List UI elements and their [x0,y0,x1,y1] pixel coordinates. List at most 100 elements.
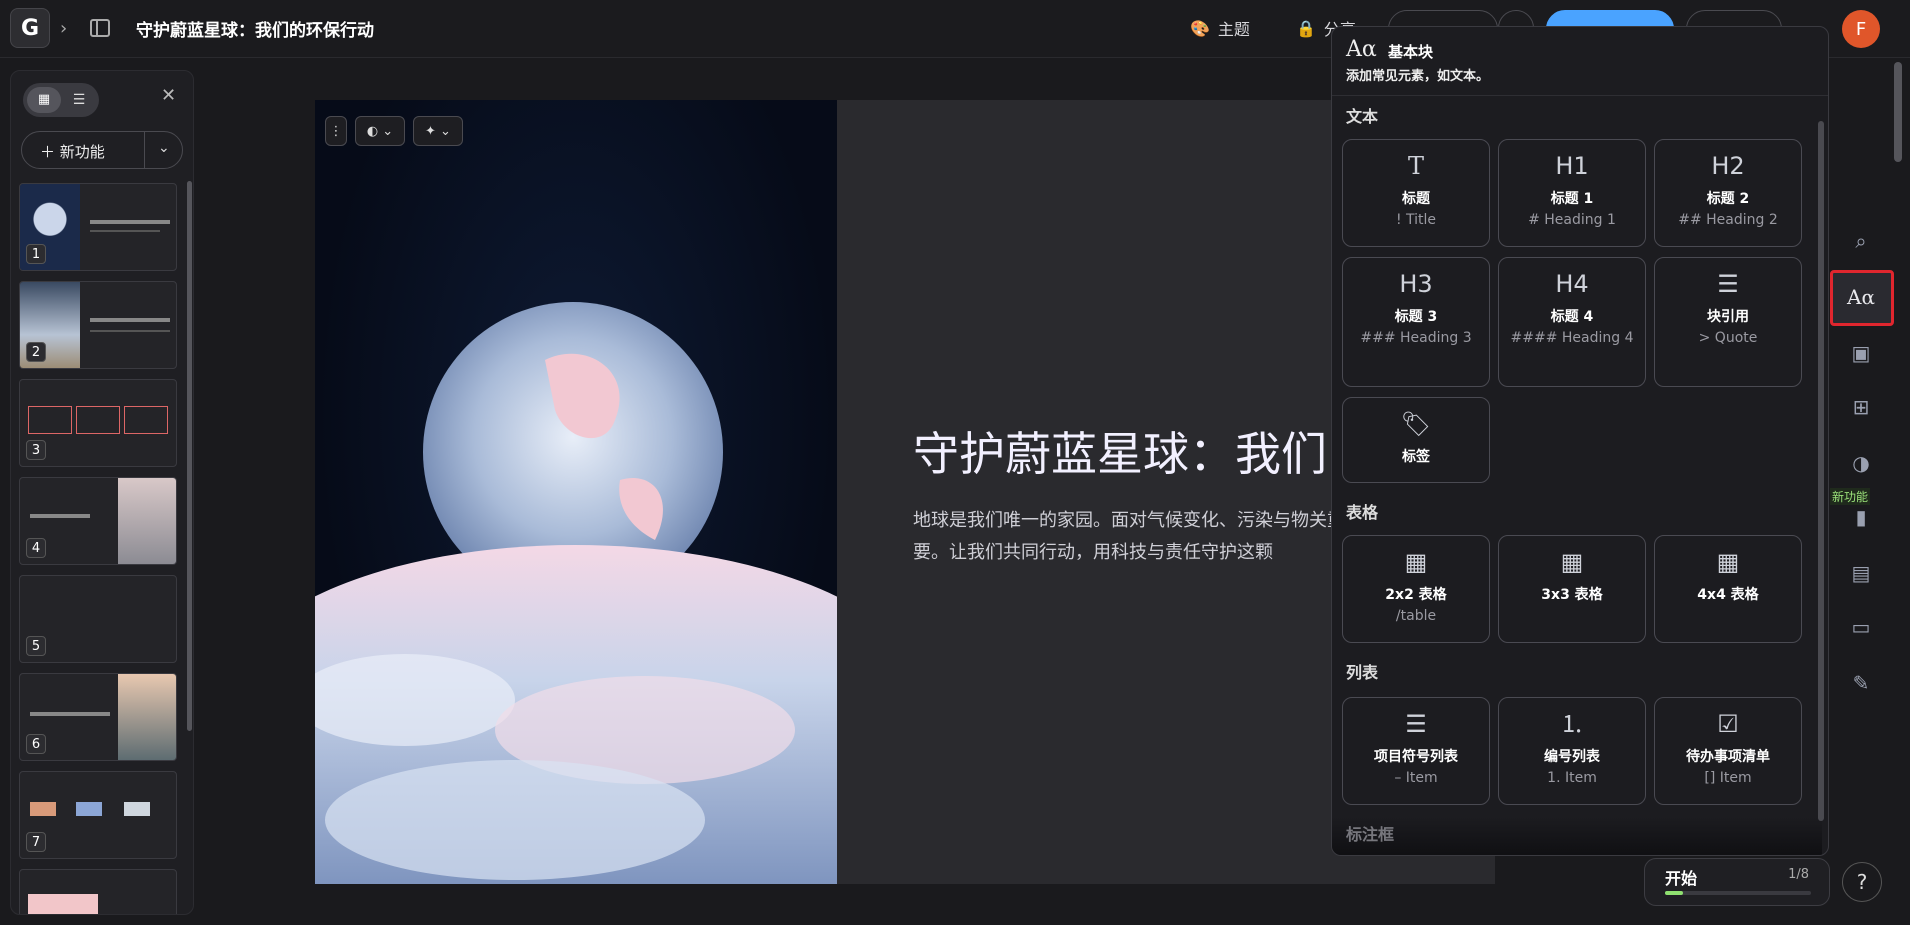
section-text-heading: 文本 [1346,107,1379,126]
block-label: 项目符号列表 [1374,749,1458,765]
scrollbar[interactable] [187,181,192,731]
sidebar-toggle-icon[interactable] [90,19,110,37]
more-options-icon[interactable]: ⋮ [325,116,347,146]
theme-button[interactable]: 🎨 主题 [1190,16,1250,40]
slide-thumbnail-7[interactable]: 7 [19,771,177,859]
start-label: 开始 [1665,869,1698,888]
block-table-3x3[interactable]: ▦ 3x3 表格 [1498,535,1646,643]
progress-fill [1665,891,1684,895]
slide-thumbnail-4[interactable]: 4 [19,477,177,565]
block-todo-list[interactable]: ☑ 待办事项清单 [] Item [1654,697,1802,805]
document-title[interactable]: 守护蔚蓝星球：我们的环保行动 [136,16,374,41]
block-shortcut: # Heading 1 [1528,212,1616,228]
view-toggle: ▦ ☰ [23,83,99,117]
block-shortcut: /table [1395,608,1437,624]
new-feature-badge: 新功能 [1830,488,1871,505]
toggle-icon[interactable]: ◑ [1830,437,1892,489]
thumbnail-text [30,514,90,518]
quote-icon: ☰ [1717,270,1739,298]
film-view-icon[interactable]: ▦ [27,87,61,113]
block-heading-3[interactable]: H3 标题 3 ### Heading 3 [1342,257,1490,387]
video-icon[interactable]: ▤ [1830,547,1892,599]
slides-panel: ▦ ☰ ✕ ＋ 新功能 ⌄ 1 2 3 4 5 6 7 [10,70,194,915]
block-shortcut: – Item [1394,770,1438,786]
slide-thumbnail-2[interactable]: 2 [19,281,177,369]
block-heading-1[interactable]: H1 标题 1 # Heading 1 [1498,139,1646,247]
slide-heading[interactable]: 守护蔚蓝星球：我们 [913,418,1327,484]
table-icon: ▦ [1716,548,1740,576]
block-shortcut: > Quote [1698,330,1758,346]
block-shortcut: [] Item [1704,770,1752,786]
getting-started-widget[interactable]: 开始 1/8 [1644,858,1830,906]
palette-icon: ◐ ⌄ [366,123,394,139]
search-icon[interactable]: ⌕ [1830,215,1892,267]
block-numbered-list[interactable]: ⒈ 编号列表 1. Item [1498,697,1646,805]
thumbnail-text [90,330,170,332]
table-icon: ▦ [1404,548,1428,576]
heading-1-icon: H1 [1555,152,1589,180]
thumbnail-image [30,802,56,816]
block-title[interactable]: T 标题 ! Title [1342,139,1490,247]
basic-blocks-panel: Aα 基本块 添加常见元素，如文本。 文本 T 标题 ! Title H1 标题… [1331,26,1829,856]
add-element-icon[interactable]: ⊞ [1830,381,1892,433]
tag-icon: 🏷 [1400,410,1432,438]
slide-number: 6 [26,734,46,754]
chevron-down-icon[interactable]: ⌄ [158,140,170,156]
card-style-button[interactable]: ◐ ⌄ [355,116,405,146]
thumbnail-text [90,318,170,322]
thumbnail-text [90,220,170,224]
panel-header: Aα 基本块 [1346,37,1433,62]
slide-thumbnail-3[interactable]: 3 [19,379,177,467]
block-label: 2x2 表格 [1385,587,1447,603]
embed-icon[interactable]: ▭ [1830,601,1892,653]
block-shortcut: ! Title [1395,212,1437,228]
block-shortcut: ### Heading 3 [1360,330,1472,346]
block-heading-4[interactable]: H4 标题 4 #### Heading 4 [1498,257,1646,387]
table-icon: ▦ [1560,548,1584,576]
sparkle-icon: ✦ ⌄ [425,123,451,139]
block-label: 4x4 表格 [1697,587,1759,603]
new-feature-button[interactable]: ＋ 新功能 ⌄ [21,131,183,169]
image-icon[interactable]: ▣ [1830,327,1892,379]
slide-thumbnail-1[interactable]: 1 [19,183,177,271]
block-table-4x4[interactable]: ▦ 4x4 表格 [1654,535,1802,643]
slide-canvas[interactable]: ⋮ ◐ ⌄ ✦ ⌄ 守护蔚蓝星球：我们 地球是我们唯一的家园。面对气候变化、污染… [315,100,1495,884]
slide-body-text[interactable]: 地球是我们唯一的家园。面对气候变化、污染与物关重要。让我们共同行动，用科技与责任… [913,505,1353,569]
block-table-2x2[interactable]: ▦ 2x2 表格 /table [1342,535,1490,643]
edit-icon[interactable]: ✎ [1830,657,1892,709]
slide-thumbnail-5[interactable]: 5 [19,575,177,663]
text-blocks-icon[interactable]: Aα [1830,271,1892,323]
scrollbar[interactable] [1818,121,1824,821]
progress-bar [1665,891,1811,895]
avatar[interactable]: F [1842,10,1880,48]
list-view-icon[interactable]: ☰ [63,87,95,113]
block-label: 3x3 表格 [1541,587,1603,603]
block-tag[interactable]: 🏷 标签 [1342,397,1490,483]
block-label: 标签 [1402,449,1430,465]
slide-thumbnail-8[interactable] [19,869,177,914]
thumbnail-text [30,712,110,716]
app-logo[interactable]: G [10,8,50,48]
close-icon[interactable]: ✕ [161,85,176,106]
slide-thumbnail-6[interactable]: 6 [19,673,177,761]
panel-title: 基本块 [1388,43,1434,61]
start-progress-count: 1/8 [1788,867,1809,882]
window-scrollbar[interactable] [1894,62,1902,162]
block-quote[interactable]: ☰ 块引用 > Quote [1654,257,1802,387]
scroll-fade [1332,817,1822,855]
earth-image[interactable] [315,100,837,884]
thumbnail-image [76,802,102,816]
block-heading-2[interactable]: H2 标题 2 ## Heading 2 [1654,139,1802,247]
section-callout-heading: 标注框 [1346,825,1395,844]
ai-edit-button[interactable]: ✦ ⌄ [413,116,463,146]
block-bulleted-list[interactable]: ☰ 项目符号列表 – Item [1342,697,1490,805]
block-label: 编号列表 [1544,749,1600,765]
thumbnail-card [28,894,98,914]
palette-icon: 🎨 [1190,18,1210,38]
chevron-right-icon[interactable]: › [60,18,67,39]
thumbnail-image [124,802,150,816]
block-label: 标题 2 [1706,191,1750,207]
thumbnail-card [124,406,168,434]
lock-icon: 🔒 [1296,18,1316,38]
help-button[interactable]: ? [1842,862,1882,902]
